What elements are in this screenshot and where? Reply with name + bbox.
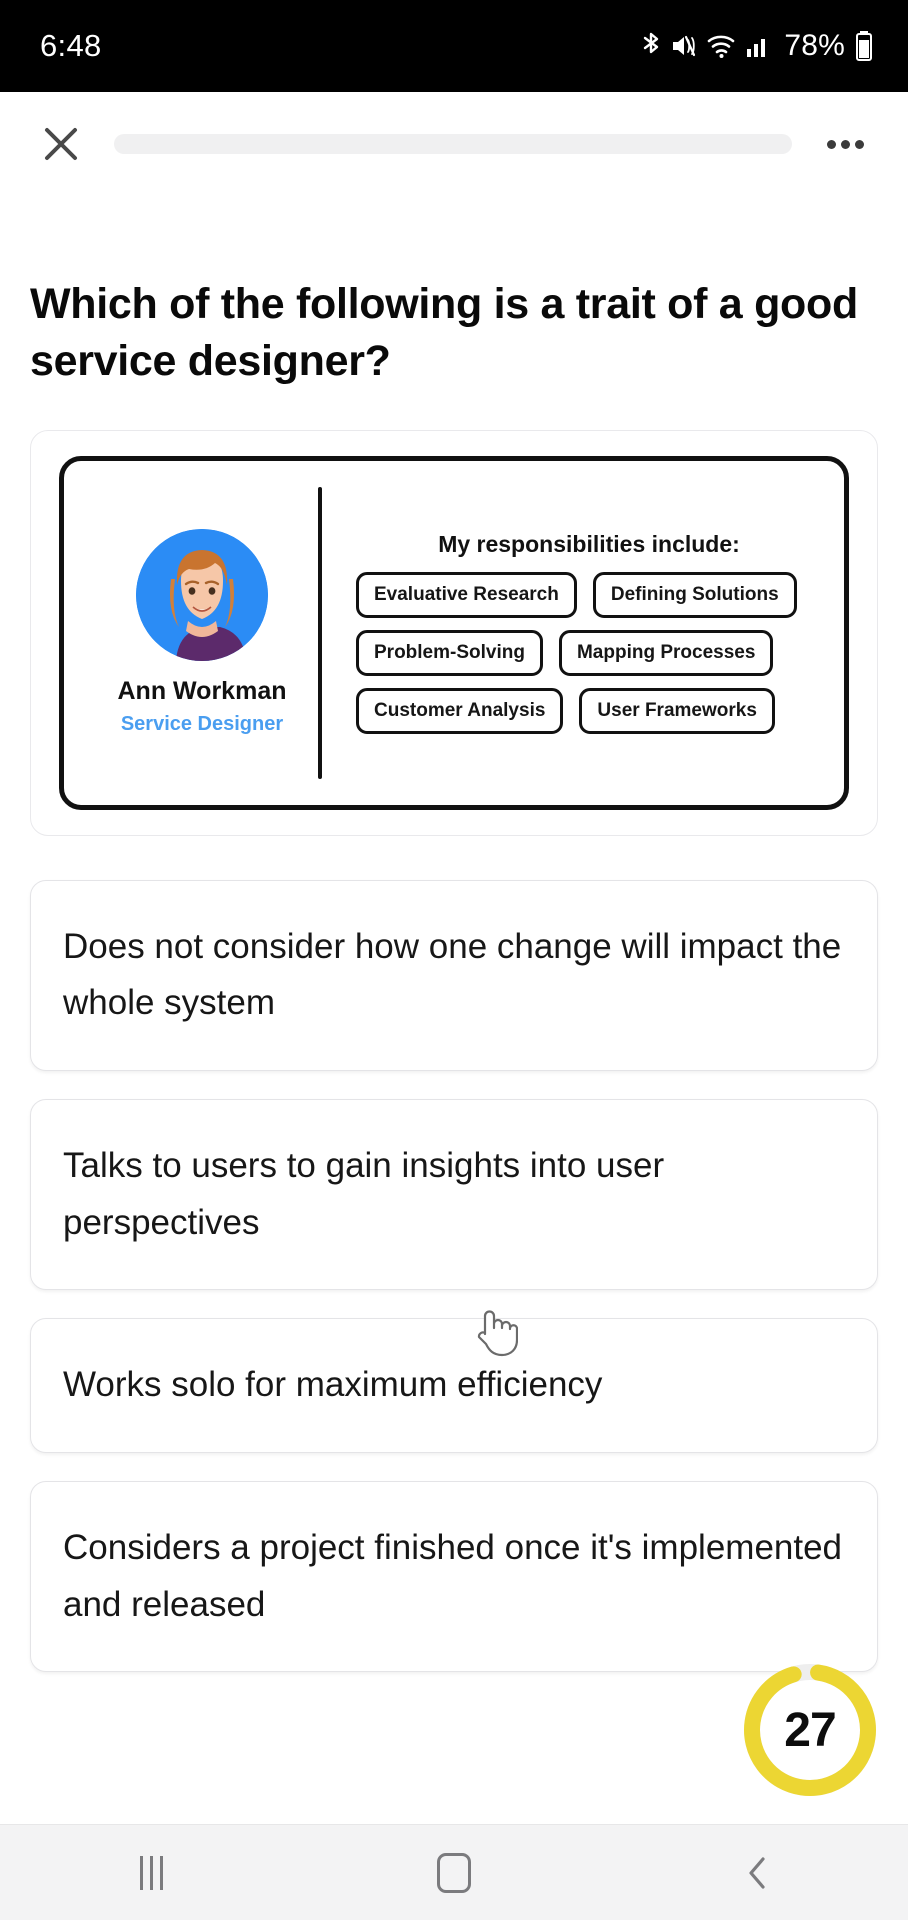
close-button[interactable]	[34, 117, 88, 171]
avatar-photo-icon	[136, 529, 268, 661]
timer-seconds-label: 27	[784, 1703, 836, 1757]
countdown-timer: 27	[734, 1654, 886, 1806]
answer-option[interactable]: Works solo for maximum efficiency	[30, 1318, 878, 1453]
answer-options-list: Does not consider how one change will im…	[30, 879, 878, 1673]
responsibility-tag: Evaluative Research	[356, 572, 577, 618]
status-bar: 6:48 78%	[0, 0, 908, 92]
answer-option[interactable]: Talks to users to gain insights into use…	[30, 1098, 878, 1291]
status-bar-time: 6:48	[40, 28, 102, 63]
responsibility-tag: Mapping Processes	[558, 630, 774, 676]
lesson-progress-bar	[114, 134, 792, 154]
status-bar-icons: 78%	[640, 29, 874, 63]
media-card: Ann Workman Service Designer My responsi…	[30, 429, 878, 836]
cellular-signal-icon	[745, 32, 771, 60]
android-nav-bar	[0, 1824, 908, 1920]
more-options-icon	[840, 139, 850, 149]
phone-screen: 6:48 78% Which of the following is a tra…	[0, 0, 908, 1920]
responsibility-tag: Customer Analysis	[356, 688, 564, 734]
battery-icon	[854, 30, 874, 62]
recents-icon	[139, 1855, 163, 1890]
persona-name: Ann Workman	[117, 677, 287, 705]
more-options-icon	[826, 139, 836, 149]
avatar	[136, 529, 268, 661]
more-options-icon	[854, 139, 864, 149]
lesson-content: Which of the following is a trait of a g…	[0, 196, 908, 1824]
persona-profile: Ann Workman Service Designer	[86, 529, 318, 736]
responsibilities-tag-grid: Evaluative Research Defining Solutions P…	[356, 572, 822, 734]
wifi-icon	[706, 32, 736, 60]
close-icon	[45, 128, 77, 160]
responsibility-tag: Problem-Solving	[356, 630, 543, 676]
responsibilities-section: My responsibilities include: Evaluative …	[322, 531, 822, 734]
responsibility-tag: Defining Solutions	[592, 572, 797, 618]
home-icon	[436, 1852, 471, 1893]
recents-button[interactable]	[101, 1838, 201, 1908]
question-title: Which of the following is a trait of a g…	[30, 280, 858, 385]
answer-option[interactable]: Does not consider how one change will im…	[30, 879, 878, 1071]
responsibilities-title: My responsibilities include:	[438, 531, 740, 557]
battery-percent-label: 78%	[784, 29, 845, 62]
answer-option[interactable]: Considers a project finished once it's i…	[30, 1480, 878, 1673]
bluetooth-icon	[640, 31, 662, 61]
app-header	[0, 92, 908, 196]
home-button[interactable]	[404, 1838, 504, 1908]
more-options-button[interactable]	[818, 117, 872, 171]
mute-icon	[671, 32, 697, 60]
persona-role: Service Designer	[120, 713, 284, 735]
responsibility-tag: User Frameworks	[579, 688, 775, 734]
back-button[interactable]	[707, 1838, 807, 1908]
persona-graphic: Ann Workman Service Designer My responsi…	[59, 455, 849, 810]
back-icon	[749, 1856, 765, 1889]
